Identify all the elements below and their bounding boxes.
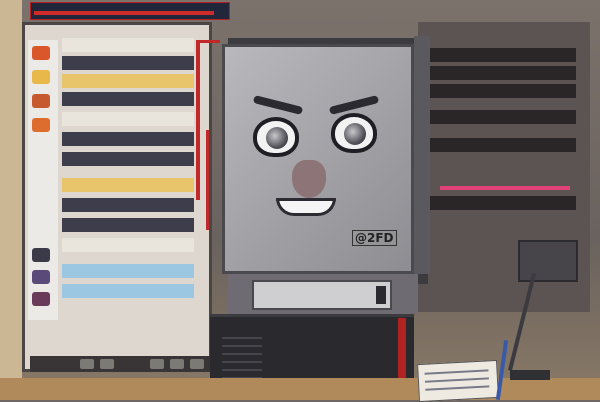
app-icon <box>32 94 50 108</box>
app-icon <box>32 248 50 262</box>
panel-row <box>426 196 576 210</box>
list-item <box>62 112 194 126</box>
robot-nose <box>292 160 326 198</box>
list-item <box>62 38 194 52</box>
left-eyebrow <box>252 95 304 115</box>
taskbar-icon <box>190 359 204 369</box>
drive-bay <box>252 280 392 310</box>
vent <box>222 361 262 363</box>
top-status-bar-fill <box>34 11 214 15</box>
app-icon <box>32 118 50 132</box>
list-item <box>62 264 194 278</box>
list-item <box>62 238 194 252</box>
taskbar-icon <box>150 359 164 369</box>
panel-row <box>426 84 576 98</box>
red-wire <box>200 40 220 43</box>
list-item <box>62 132 194 146</box>
lamp-base <box>510 370 550 380</box>
left-list <box>62 38 194 308</box>
right-eyebrow <box>328 95 380 115</box>
list-item <box>62 284 194 298</box>
speaker <box>518 240 578 282</box>
face-label: @2FD <box>352 230 397 246</box>
vent <box>222 337 262 339</box>
wall-edge <box>0 0 22 400</box>
robot-side-panel <box>414 36 430 274</box>
taskbar-icon <box>170 359 184 369</box>
list-item <box>62 218 194 232</box>
app-icon <box>32 270 50 284</box>
taskbar <box>30 356 210 372</box>
red-wire <box>196 40 200 200</box>
notepad-icon <box>417 359 499 402</box>
app-icon <box>32 292 50 306</box>
list-item <box>62 56 194 70</box>
app-icon <box>32 70 50 84</box>
robot-mouth <box>276 198 336 216</box>
vent <box>222 345 262 347</box>
vent <box>222 353 262 355</box>
taskbar-icon <box>80 359 94 369</box>
desk <box>0 378 600 400</box>
vent <box>222 369 262 371</box>
panel-row <box>426 138 576 152</box>
list-item <box>62 92 194 106</box>
panel-row <box>426 66 576 80</box>
panel-row <box>426 48 576 62</box>
left-sidebar <box>28 40 58 320</box>
tower-led-strip <box>398 318 406 378</box>
list-item <box>62 152 194 166</box>
panel-row <box>426 110 576 124</box>
list-item <box>62 198 194 212</box>
pink-line <box>440 186 570 190</box>
list-item <box>62 178 194 192</box>
red-wire <box>206 130 209 230</box>
drive-slot <box>376 286 386 304</box>
app-icon <box>32 46 50 60</box>
right-eye <box>331 113 377 153</box>
left-eye <box>253 117 299 157</box>
list-item <box>62 74 194 88</box>
taskbar-icon <box>100 359 114 369</box>
